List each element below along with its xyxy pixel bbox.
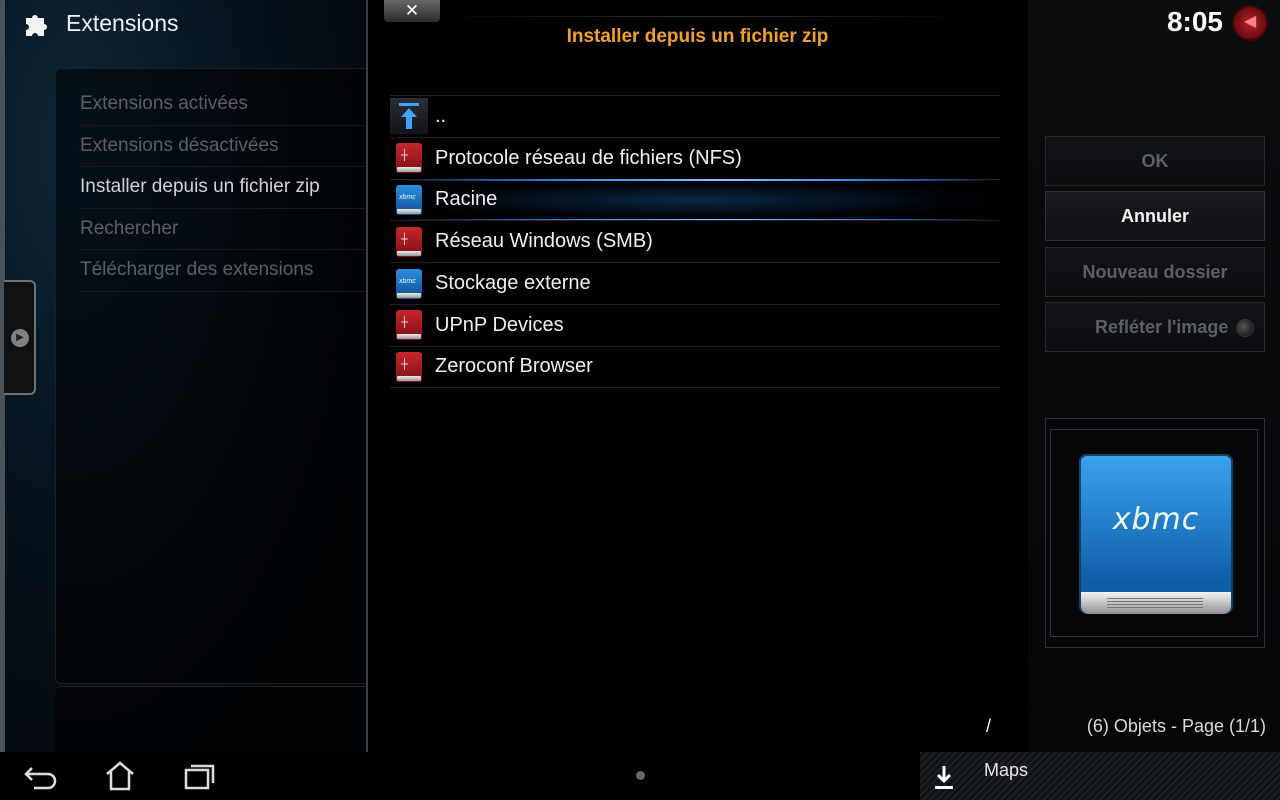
back-icon[interactable] bbox=[22, 760, 62, 792]
recent-apps-icon[interactable] bbox=[182, 760, 222, 792]
network-drive-icon: ┼ bbox=[390, 224, 428, 260]
sidebar-menu: Extensions activées Extensions désactivé… bbox=[80, 84, 365, 292]
sidebar-item-search[interactable]: Rechercher bbox=[80, 209, 365, 250]
sidebar-item-install-from-zip[interactable]: Installer depuis un fichier zip bbox=[80, 167, 365, 209]
home-icon[interactable] bbox=[102, 760, 142, 792]
download-icon bbox=[930, 762, 958, 792]
list-item-external-storage[interactable]: xbmc Stockage externe bbox=[390, 262, 1000, 304]
list-item-label: Réseau Windows (SMB) bbox=[435, 230, 653, 253]
title-divider bbox=[440, 16, 970, 17]
page-indicator-dot bbox=[636, 771, 645, 780]
puzzle-icon bbox=[20, 6, 54, 40]
thumbnail-inner: xbmc bbox=[1050, 429, 1258, 637]
sidebar-item-enabled-addons[interactable]: Extensions activées bbox=[80, 84, 365, 126]
ok-button[interactable]: OK bbox=[1045, 136, 1265, 186]
file-list: .. ┼ Protocole réseau de fichiers (NFS) … bbox=[390, 95, 1000, 388]
page-title: Extensions bbox=[66, 9, 179, 36]
sidebar-footer bbox=[55, 686, 367, 752]
list-item-parent[interactable]: .. bbox=[390, 95, 1000, 137]
drive-grill bbox=[1107, 598, 1203, 608]
list-item-zeroconf[interactable]: ┼ Zeroconf Browser bbox=[390, 345, 1000, 388]
list-item-smb[interactable]: ┼ Réseau Windows (SMB) bbox=[390, 220, 1000, 262]
network-drive-icon: ┼ bbox=[390, 140, 428, 176]
mirror-image-toggle[interactable]: Refléter l'image bbox=[1045, 302, 1265, 352]
cancel-button[interactable]: Annuler bbox=[1045, 191, 1265, 241]
list-item-nfs[interactable]: ┼ Protocole réseau de fichiers (NFS) bbox=[390, 136, 1000, 179]
sidebar-item-get-addons[interactable]: Télécharger des extensions bbox=[80, 250, 365, 292]
current-path: / bbox=[986, 716, 992, 736]
local-drive-icon: xbmc bbox=[390, 182, 428, 218]
sidebar-item-disabled-addons[interactable]: Extensions désactivées bbox=[80, 126, 365, 167]
notification-label: Maps bbox=[984, 760, 1029, 780]
hard-drive-icon: xbmc bbox=[1079, 454, 1233, 614]
local-drive-icon: xbmc bbox=[390, 266, 428, 302]
list-item-root[interactable]: xbmc Racine bbox=[390, 178, 1000, 222]
radio-indicator bbox=[1236, 319, 1254, 337]
list-item-label: Stockage externe bbox=[435, 272, 591, 295]
list-item-upnp[interactable]: ┼ UPnP Devices bbox=[390, 303, 1000, 346]
item-count: (6) Objets - Page (1/1) bbox=[1086, 716, 1266, 736]
list-item-label: Zeroconf Browser bbox=[435, 355, 593, 378]
side-menu-toggle[interactable]: ▶ bbox=[4, 280, 36, 395]
new-folder-button[interactable]: Nouveau dossier bbox=[1045, 247, 1265, 297]
thumbnail-preview: xbmc bbox=[1045, 418, 1265, 648]
dialog-title: Installer depuis un fichier zip bbox=[566, 26, 829, 47]
close-button[interactable]: ✕ bbox=[384, 0, 440, 22]
chevron-right-icon: ▶ bbox=[11, 329, 29, 347]
clock: 8:05 bbox=[1166, 6, 1223, 37]
list-item-label: .. bbox=[435, 104, 447, 127]
network-drive-icon: ┼ bbox=[390, 307, 428, 343]
list-item-label: Racine bbox=[435, 188, 498, 211]
mirror-image-label: Refléter l'image bbox=[1095, 317, 1229, 337]
window-header: Extensions bbox=[20, 6, 179, 40]
parent-folder-icon bbox=[390, 98, 428, 135]
list-item-label: Protocole réseau de fichiers (NFS) bbox=[435, 146, 742, 169]
list-item-label: UPnP Devices bbox=[435, 313, 564, 336]
xbmc-logo: xbmc bbox=[1112, 502, 1200, 537]
network-drive-icon: ┼ bbox=[390, 349, 428, 385]
mute-icon: ◀ bbox=[1232, 5, 1268, 41]
notification-area[interactable] bbox=[920, 752, 1280, 800]
